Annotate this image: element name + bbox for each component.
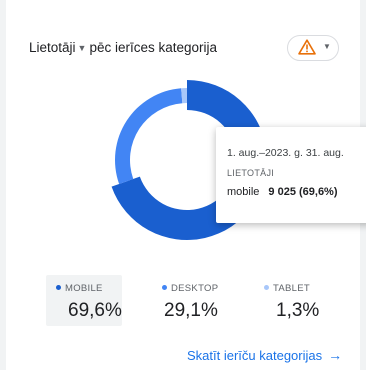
legend-label-mobile: MOBILE <box>56 283 103 294</box>
legend-item-mobile[interactable]: MOBILE 69,6% <box>46 275 122 326</box>
link-label: Skatīt ierīču kategorijas <box>187 348 323 363</box>
legend-label-tablet: TABLET <box>264 283 310 294</box>
donut-slice-desktop[interactable] <box>115 88 183 184</box>
legend-value-mobile: 69,6% <box>68 300 122 321</box>
legend-item-desktop[interactable]: DESKTOP 29,1% <box>160 275 240 326</box>
arrow-right-icon: → <box>328 347 343 363</box>
tooltip-metric: LIETOTĀJI <box>227 168 275 178</box>
legend-label-text: MOBILE <box>65 283 103 294</box>
chart-tooltip: 1. aug.–2023. g. 31. aug. LIETOTĀJI mobi… <box>216 127 366 223</box>
dot-icon <box>264 285 269 290</box>
legend-label-desktop: DESKTOP <box>162 283 218 294</box>
tooltip-date-range: 1. aug.–2023. g. 31. aug. <box>227 147 344 159</box>
tooltip-label: mobile <box>227 186 260 198</box>
tooltip-value: 9 025 (69,6%) <box>268 186 338 198</box>
legend-label-text: TABLET <box>273 283 310 294</box>
dot-icon <box>56 285 61 290</box>
legend-label-text: DESKTOP <box>171 283 219 294</box>
legend-item-tablet[interactable]: TABLET 1,3% <box>262 275 342 326</box>
legend-value-desktop: 29,1% <box>164 300 218 321</box>
view-device-categories-link[interactable]: Skatīt ierīču kategorijas → <box>187 347 342 363</box>
legend-value-tablet: 1,3% <box>276 300 320 321</box>
device-category-card: Lietotāji ▼ pēc ierīces kategorija ▼ 1. au… <box>6 0 366 370</box>
tooltip-row: mobile 9 025 (69,6%) <box>227 186 338 198</box>
dot-icon <box>162 285 167 290</box>
